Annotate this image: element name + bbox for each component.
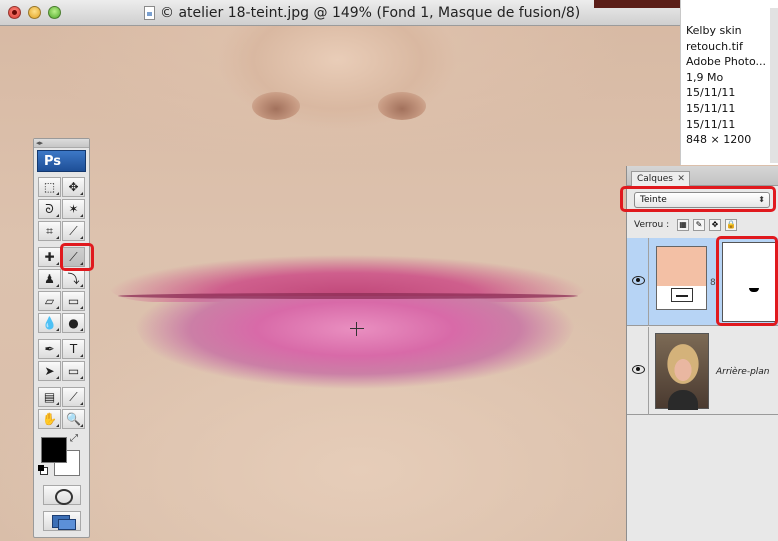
file-info-line: 15/11/11 <box>686 86 736 100</box>
highlight-blend-mode <box>620 186 776 212</box>
eyedropper-sample-tool[interactable]: ⟋ <box>62 387 85 407</box>
history-brush-tool[interactable]: ⤵ <box>62 269 85 289</box>
eye-icon <box>632 365 645 374</box>
file-info-line: Adobe Photo... <box>686 55 766 69</box>
lock-position-icon[interactable]: ✥ <box>709 219 721 231</box>
background-layer-thumbnail[interactable] <box>655 333 709 410</box>
rectangle-tool-icon: ▭ <box>67 364 80 378</box>
file-info-panel: Kelby skin retouch.tif Adobe Photo... 1,… <box>680 0 778 165</box>
photo-lip-line <box>118 293 578 299</box>
file-info-line: 1,9 Mo <box>686 70 724 84</box>
swap-colors-icon[interactable]: ⤢ <box>70 433 78 444</box>
type-tool[interactable]: T <box>62 339 85 359</box>
file-info-line: 15/11/11 <box>686 101 736 115</box>
history-brush-tool-icon: ⤵ <box>67 272 80 286</box>
screen-mode-button[interactable] <box>43 511 81 531</box>
layer-row-background[interactable]: Arrière-plan <box>627 327 778 415</box>
file-info-scrollbar[interactable] <box>770 8 778 163</box>
tab-layers[interactable]: Calques ✕ <box>631 171 690 186</box>
file-info-line: Kelby skin <box>686 24 742 37</box>
layers-tab-bar: Calques ✕ <box>627 166 778 186</box>
hand-tool[interactable]: ✋ <box>38 409 61 429</box>
file-info-line: 15/11/11 <box>686 117 736 131</box>
blur-tool-icon: 💧 <box>42 316 57 330</box>
window-title-bar[interactable]: © atelier 18-teint.jpg @ 149% (Fond 1, M… <box>0 0 680 26</box>
photo-lower-lip <box>135 296 575 406</box>
notes-tool-icon: ▤ <box>43 390 56 404</box>
photoshop-logo[interactable]: Ps <box>37 150 86 172</box>
eyedropper-sample-tool-icon: ⟋ <box>69 390 78 404</box>
rectangle-tool[interactable]: ▭ <box>62 361 85 381</box>
pen-tool-icon: ✒ <box>44 342 55 356</box>
photo-nostril-left <box>252 92 300 120</box>
eye-icon <box>632 276 645 285</box>
window-zoom-button[interactable] <box>48 6 61 19</box>
rectangular-marquee-tool[interactable]: ⬚ <box>38 177 61 197</box>
type-tool-icon: T <box>69 342 78 356</box>
zoom-tool-icon: 🔍 <box>66 412 81 426</box>
highlight-brush-tool <box>60 243 94 271</box>
lasso-tool[interactable]: ᘐ <box>38 199 61 219</box>
file-info-line: 848 × 1200 <box>686 133 752 147</box>
window-title: © atelier 18-teint.jpg @ 149% (Fond 1, M… <box>160 5 581 21</box>
eraser-tool[interactable]: ▱ <box>38 291 61 311</box>
eyedropper-tool[interactable]: ⟋ <box>62 221 85 241</box>
hue-saturation-icon <box>671 288 693 302</box>
window-minimize-button[interactable] <box>28 6 41 19</box>
highlight-layer-mask <box>716 236 778 326</box>
blur-tool[interactable]: 💧 <box>38 313 61 333</box>
layer-visibility-toggle[interactable] <box>627 238 649 326</box>
clone-stamp-tool[interactable]: ♟ <box>38 269 61 289</box>
eraser-tool-icon: ▱ <box>44 294 55 308</box>
layer-visibility-toggle[interactable] <box>627 327 649 415</box>
eyedropper-tool-icon: ⟋ <box>69 224 78 238</box>
file-info-line: retouch.tif <box>686 39 743 53</box>
lock-image-icon[interactable]: ✎ <box>693 219 705 231</box>
lock-all-icon[interactable]: 🔒 <box>725 219 737 231</box>
foreground-color-swatch[interactable] <box>41 437 67 463</box>
lasso-tool-icon: ᘐ <box>45 202 54 216</box>
file-info-list: Kelby skin retouch.tif Adobe Photo... 1,… <box>686 23 766 148</box>
healing-brush-tool[interactable]: ✚ <box>38 247 61 267</box>
hand-tool-icon: ✋ <box>42 412 57 426</box>
path-selection-tool-icon: ➤ <box>44 364 55 378</box>
crop-tool-icon: ⌗ <box>46 224 53 238</box>
lock-label: Verrou : <box>634 220 670 230</box>
notes-tool[interactable]: ▤ <box>38 387 61 407</box>
photo-upper-lip <box>110 232 585 302</box>
clone-stamp-tool-icon: ♟ <box>44 272 55 286</box>
close-tab-icon[interactable]: ✕ <box>677 172 685 186</box>
document-icon <box>144 6 155 20</box>
chain-link-icon[interactable]: 8 <box>710 278 716 288</box>
magic-wand-tool[interactable]: ✶ <box>62 199 85 219</box>
photo-nostril-right <box>378 92 426 120</box>
magic-wand-tool-icon: ✶ <box>68 202 79 216</box>
crop-tool[interactable]: ⌗ <box>38 221 61 241</box>
layer-name: Arrière-plan <box>716 367 770 377</box>
pen-tool[interactable]: ✒ <box>38 339 61 359</box>
zoom-tool[interactable]: 🔍 <box>62 409 85 429</box>
default-colors-icon[interactable] <box>38 465 48 475</box>
tools-palette: ◂▸ Ps ⤢ ⬚ ✥ ᘐ ✶ ⌗ ⟋ ✚ ⟋ ♟ ⤵ ▱ ▭ 💧 ● ✒ T ➤ ▭ ▤ ⟋ ✋ 🔍 <box>33 138 90 538</box>
gradient-tool-icon: ▭ <box>67 294 80 308</box>
quick-mask-button[interactable] <box>43 485 81 505</box>
gradient-tool[interactable]: ▭ <box>62 291 85 311</box>
rectangular-marquee-tool-icon: ⬚ <box>43 180 56 194</box>
crosshair-cursor-icon <box>350 322 364 336</box>
healing-brush-tool-icon: ✚ <box>44 250 55 264</box>
tools-palette-grip[interactable]: ◂▸ <box>34 139 89 148</box>
move-tool[interactable]: ✥ <box>62 177 85 197</box>
dodge-tool-icon: ● <box>68 316 79 330</box>
path-selection-tool[interactable]: ➤ <box>38 361 61 381</box>
window-close-button[interactable] <box>8 6 21 19</box>
tab-layers-label: Calques <box>637 174 673 184</box>
move-tool-icon: ✥ <box>68 180 79 194</box>
dodge-tool[interactable]: ● <box>62 313 85 333</box>
lock-transparency-icon[interactable]: ▦ <box>677 219 689 231</box>
layers-panel: Calques ✕ Teinte Verrou : ▦ ✎ ✥ 🔒 8 Arri… <box>626 166 778 541</box>
